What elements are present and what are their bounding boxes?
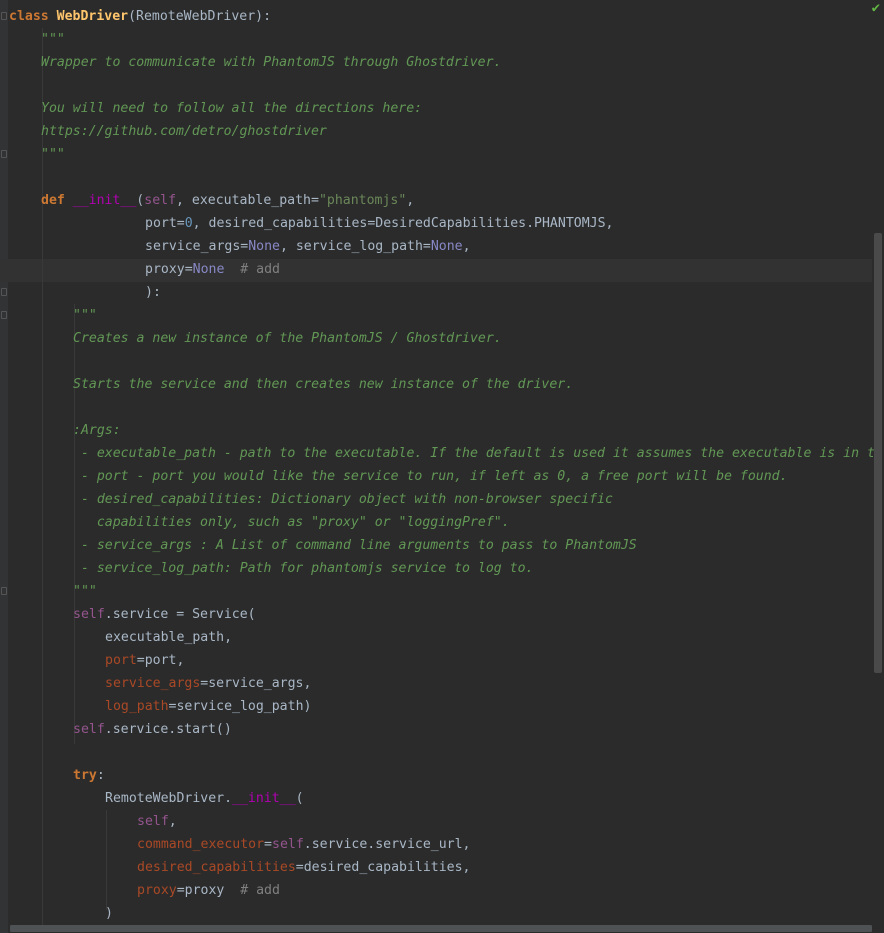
none-keyword: None [248,239,280,254]
code-text: (RemoteWebDriver): [128,9,272,24]
keyword-argument: desired_capabilities [137,860,296,875]
self-keyword: self [73,607,105,622]
code-line[interactable]: service_args=service_args, [105,672,311,695]
code-text: = [264,837,272,852]
code-text: .service = Service( [104,607,256,622]
function-name: __init__ [72,193,137,208]
keyword-argument: port [105,653,137,668]
code-line[interactable]: command_executor=self.service.service_ur… [137,833,471,856]
code-text: =proxy [176,883,225,898]
code-line[interactable]: self.service.start() [73,718,232,741]
check-icon: ✔ [871,0,880,16]
current-line-highlight [0,259,872,282]
none-keyword: None [192,262,225,277]
fold-marker-icon[interactable] [1,150,7,158]
code-line[interactable]: ): [145,281,161,304]
fold-marker-icon[interactable] [1,311,7,319]
keyword: try [73,768,97,783]
code-line[interactable]: proxy=None # add [145,258,280,281]
docstring-line[interactable]: - service_args : A List of command line … [73,534,637,557]
code-text: RemoteWebDriver. [105,791,233,806]
self-keyword: self [144,193,177,208]
code-text: port= [145,216,185,231]
fold-marker-icon[interactable] [1,12,7,20]
code-line[interactable]: executable_path, [105,626,232,649]
code-line[interactable]: RemoteWebDriver.__init__( [105,787,304,810]
code-text: .service.start() [104,722,232,737]
code-line[interactable]: ) [105,902,113,925]
self-keyword: self [73,722,105,737]
class-name: WebDriver [56,9,129,24]
code-text: proxy= [145,262,193,277]
code-text: , [168,814,177,829]
docstring-line[interactable]: - service_log_path: Path for phantomjs s… [73,557,534,580]
docstring-line[interactable]: """ [41,143,65,166]
docstring-line[interactable]: capabilities only, such as "proxy" or "l… [73,511,510,534]
keyword: class [9,9,57,24]
self-keyword: self [272,837,304,852]
code-text: =port, [136,653,185,668]
horizontal-scrollbar[interactable] [10,925,872,932]
docstring-line[interactable]: - desired_capabilities: Dictionary objec… [73,488,613,511]
code-editor[interactable]: class WebDriver(RemoteWebDriver): """ Wr… [0,0,884,933]
code-text: service_args= [145,239,249,254]
code-line[interactable]: port=0, desired_capabilities=DesiredCapa… [145,212,613,235]
docstring-line[interactable]: You will need to follow all the directio… [41,97,422,120]
code-line[interactable]: proxy=proxy # add [137,879,280,902]
code-line[interactable]: desired_capabilities=desired_capabilitie… [137,856,470,879]
keyword-argument: log_path [105,699,169,714]
docstring-line[interactable]: https://github.com/detro/ghostdriver [41,120,327,143]
code-text: , desired_capabilities=DesiredCapabiliti… [192,216,614,231]
code-text: ( [295,791,304,806]
code-text: =service_log_path) [168,699,312,714]
fold-marker-icon[interactable] [1,288,7,296]
number-literal: 0 [184,216,193,231]
none-keyword: None [430,239,463,254]
code-text: , [406,193,415,208]
self-keyword: self [137,814,169,829]
code-line[interactable]: service_args=None, service_log_path=None… [145,235,471,258]
code-line[interactable]: port=port, [105,649,184,672]
gutter[interactable] [0,0,8,933]
fold-marker-icon[interactable] [1,587,7,595]
docstring-line[interactable]: Creates a new instance of the PhantomJS … [73,327,502,350]
keyword: def [41,193,73,208]
docstring-line[interactable]: - executable_path - path to the executab… [73,442,875,465]
keyword-argument: proxy [137,883,177,898]
code-text: , [462,239,471,254]
docstring-line[interactable]: """ [73,304,97,327]
code-line[interactable]: self, [137,810,177,833]
function-name: __init__ [232,791,296,806]
vertical-scrollbar[interactable] [874,233,882,673]
indent-guide [106,810,107,910]
string-literal: "phantomjs" [318,193,407,208]
code-text: =service_args, [200,676,312,691]
code-line[interactable]: self.service = Service( [73,603,256,626]
code-text: =desired_capabilities, [295,860,471,875]
docstring-line[interactable]: """ [73,580,97,603]
code-text: , executable_path= [176,193,319,208]
comment: # add [224,262,280,277]
horizontal-scrollbar-thumb[interactable] [10,925,872,932]
code-line[interactable]: def __init__(self, executable_path="phan… [41,189,414,212]
docstring-line[interactable]: Starts the service and then creates new … [73,373,573,396]
code-line[interactable]: class WebDriver(RemoteWebDriver): [9,5,271,28]
docstring-line[interactable]: """ [41,28,65,51]
code-text: .service.service_url, [303,837,471,852]
keyword-argument: service_args [105,676,201,691]
code-text: , service_log_path= [279,239,431,254]
keyword-argument: command_executor [137,837,265,852]
docstring-line[interactable]: - port - port you would like the service… [73,465,788,488]
code-text: : [96,768,105,783]
docstring-line[interactable]: :Args: [73,419,121,442]
code-line[interactable]: log_path=service_log_path) [105,695,311,718]
code-line[interactable]: try: [73,764,105,787]
comment: # add [224,883,280,898]
docstring-line[interactable]: Wrapper to communicate with PhantomJS th… [41,51,502,74]
